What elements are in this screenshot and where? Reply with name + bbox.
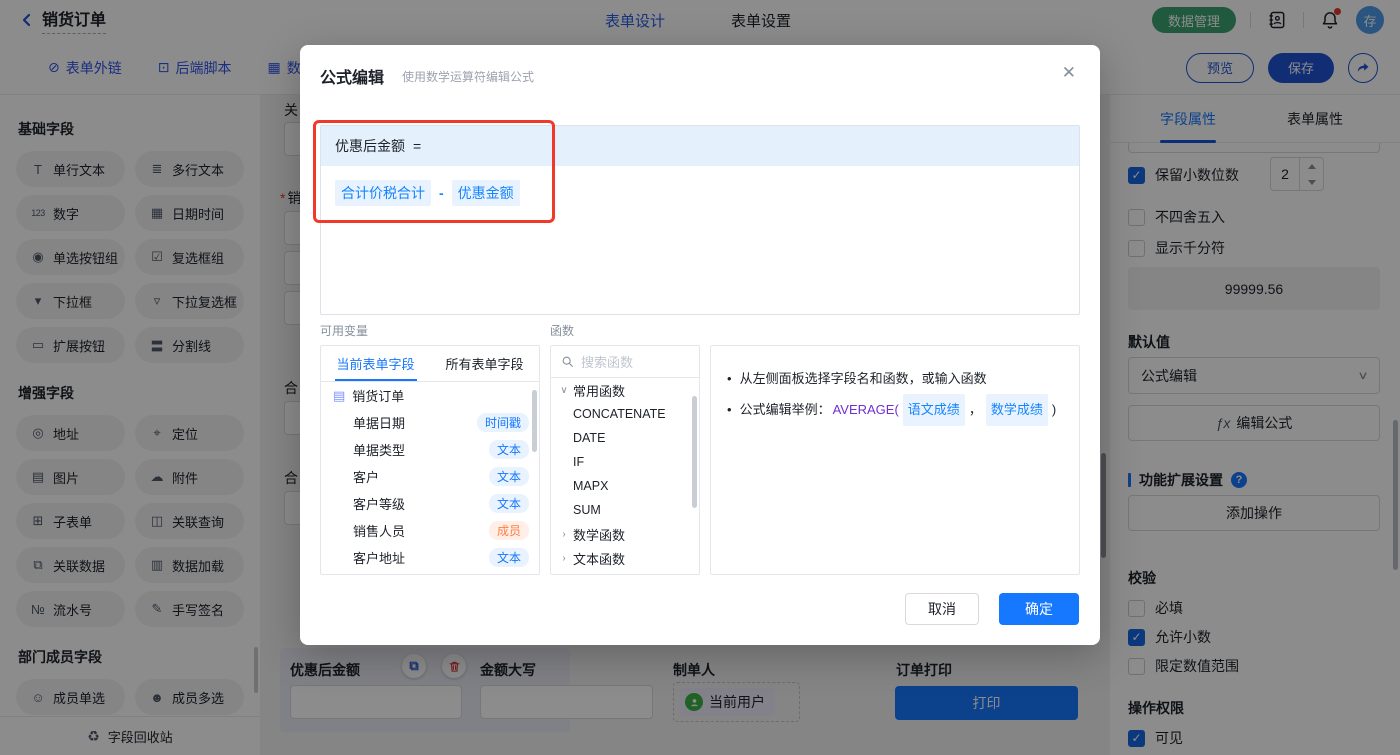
variable-item[interactable]: 客户 文本	[321, 463, 539, 490]
variable-item[interactable]: 销售人员 成员	[321, 517, 539, 544]
chevron-right-icon: ›	[557, 553, 571, 564]
type-badge: 成员	[489, 521, 529, 540]
function-item[interactable]: IF	[551, 450, 699, 474]
type-badge: 文本	[489, 494, 529, 513]
variable-label: 单据日期	[353, 413, 405, 432]
variable-label: 客户等级	[353, 494, 405, 513]
tab-all-form-fields[interactable]: 所有表单字段	[430, 346, 539, 381]
help-tip-1: 从左侧面板选择字段名和函数，或输入函数	[727, 364, 1063, 394]
functions-scrollbar[interactable]	[692, 396, 697, 508]
function-item[interactable]: CONCATENATE	[551, 402, 699, 426]
help-tip-2: 公式编辑举例： AVERAGE( 语文成绩 ， 数学成绩 )	[727, 394, 1063, 426]
chevron-right-icon: ›	[557, 529, 571, 540]
confirm-button[interactable]: 确定	[999, 593, 1079, 625]
function-item[interactable]: DATE	[551, 426, 699, 450]
modal-footer: 取消 确定	[905, 593, 1079, 625]
search-placeholder: 搜索函数	[581, 352, 633, 371]
cancel-button[interactable]: 取消	[905, 593, 979, 625]
variables-root-label: 销货订单	[352, 386, 404, 405]
variable-item[interactable]: 单据类型 文本	[321, 436, 539, 463]
chevron-down-icon: ∨	[557, 385, 571, 396]
type-badge: 文本	[489, 440, 529, 459]
tab-current-form-fields[interactable]: 当前表单字段	[321, 346, 430, 381]
form-designer-app: 销货订单 表单设计 表单设置 数据管理 存 ⊘表单外链 ⊡后端脚本 ▦数据权	[0, 0, 1400, 755]
variables-tabs: 当前表单字段 所有表单字段	[321, 346, 539, 382]
function-search-input[interactable]: 搜索函数	[551, 346, 699, 378]
function-item[interactable]: SUM	[551, 498, 699, 522]
modal-subtitle: 使用数学运算符编辑公式	[402, 68, 534, 85]
function-item[interactable]: MAPX	[551, 474, 699, 498]
variables-scrollbar[interactable]	[532, 390, 537, 452]
help-example-close-paren: )	[1052, 395, 1056, 425]
help-example-prefix: 公式编辑举例：	[740, 395, 831, 425]
function-group-text[interactable]: ›文本函数	[551, 546, 699, 570]
help-example-chip: 数学成绩	[986, 394, 1048, 426]
help-example-function: AVERAGE(	[833, 395, 899, 425]
formula-target-field: 优惠后金额	[335, 136, 405, 156]
variables-tree-root[interactable]: ▤ 销货订单	[321, 382, 539, 409]
help-example-chip: 语文成绩	[903, 394, 965, 426]
help-tip-text: 从左侧面板选择字段名和函数，或输入函数	[740, 364, 987, 394]
help-example-comma: ，	[969, 395, 982, 425]
functions-section-label: 函数	[550, 322, 574, 339]
formula-expression-row[interactable]: 合计价税合计 - 优惠金额	[321, 166, 1079, 220]
formula-target-row: 优惠后金额 =	[321, 126, 1079, 166]
function-group-label: 文本函数	[573, 549, 625, 568]
search-icon	[561, 355, 574, 368]
function-group-label: 数学函数	[573, 525, 625, 544]
variable-label: 销售人员	[353, 521, 405, 540]
variable-label: 单据类型	[353, 440, 405, 459]
formula-field-chip[interactable]: 合计价税合计	[335, 180, 431, 206]
type-badge: 时间戳	[477, 413, 529, 432]
variable-item[interactable]: 客户等级 文本	[321, 490, 539, 517]
type-badge: 文本	[489, 548, 529, 567]
form-document-icon: ▤	[333, 388, 345, 404]
formula-editor-modal: 公式编辑 使用数学运算符编辑公式 ✕ 优惠后金额 = 合计价税合计 - 优惠金额…	[300, 45, 1100, 645]
variables-active-tab-underline	[335, 379, 417, 381]
variable-label: 客户地址	[353, 548, 405, 567]
variable-item[interactable]: 单据日期 时间戳	[321, 409, 539, 436]
variables-panel: 当前表单字段 所有表单字段 ▤ 销货订单 单据日期时间戳 单据类型文本 客户文本…	[320, 345, 540, 575]
functions-panel: 搜索函数 ∨常用函数 CONCATENATE DATE IF MAPX SUM …	[550, 345, 700, 575]
function-group-math[interactable]: ›数学函数	[551, 522, 699, 546]
equals-sign: =	[413, 138, 421, 154]
formula-field-chip[interactable]: 优惠金额	[452, 180, 520, 206]
modal-title: 公式编辑	[320, 64, 384, 88]
variable-label: 客户	[353, 467, 379, 486]
variables-section-label: 可用变量	[320, 322, 368, 339]
minus-operator: -	[439, 185, 444, 201]
formula-display-box[interactable]: 优惠后金额 = 合计价税合计 - 优惠金额	[320, 125, 1080, 315]
close-icon[interactable]: ✕	[1062, 63, 1076, 83]
function-group-label: 常用函数	[573, 381, 625, 400]
variable-item[interactable]: 客户地址 文本	[321, 544, 539, 571]
type-badge: 文本	[489, 467, 529, 486]
function-group-common[interactable]: ∨常用函数	[551, 378, 699, 402]
formula-help-panel: 从左侧面板选择字段名和函数，或输入函数 公式编辑举例： AVERAGE( 语文成…	[710, 345, 1080, 575]
